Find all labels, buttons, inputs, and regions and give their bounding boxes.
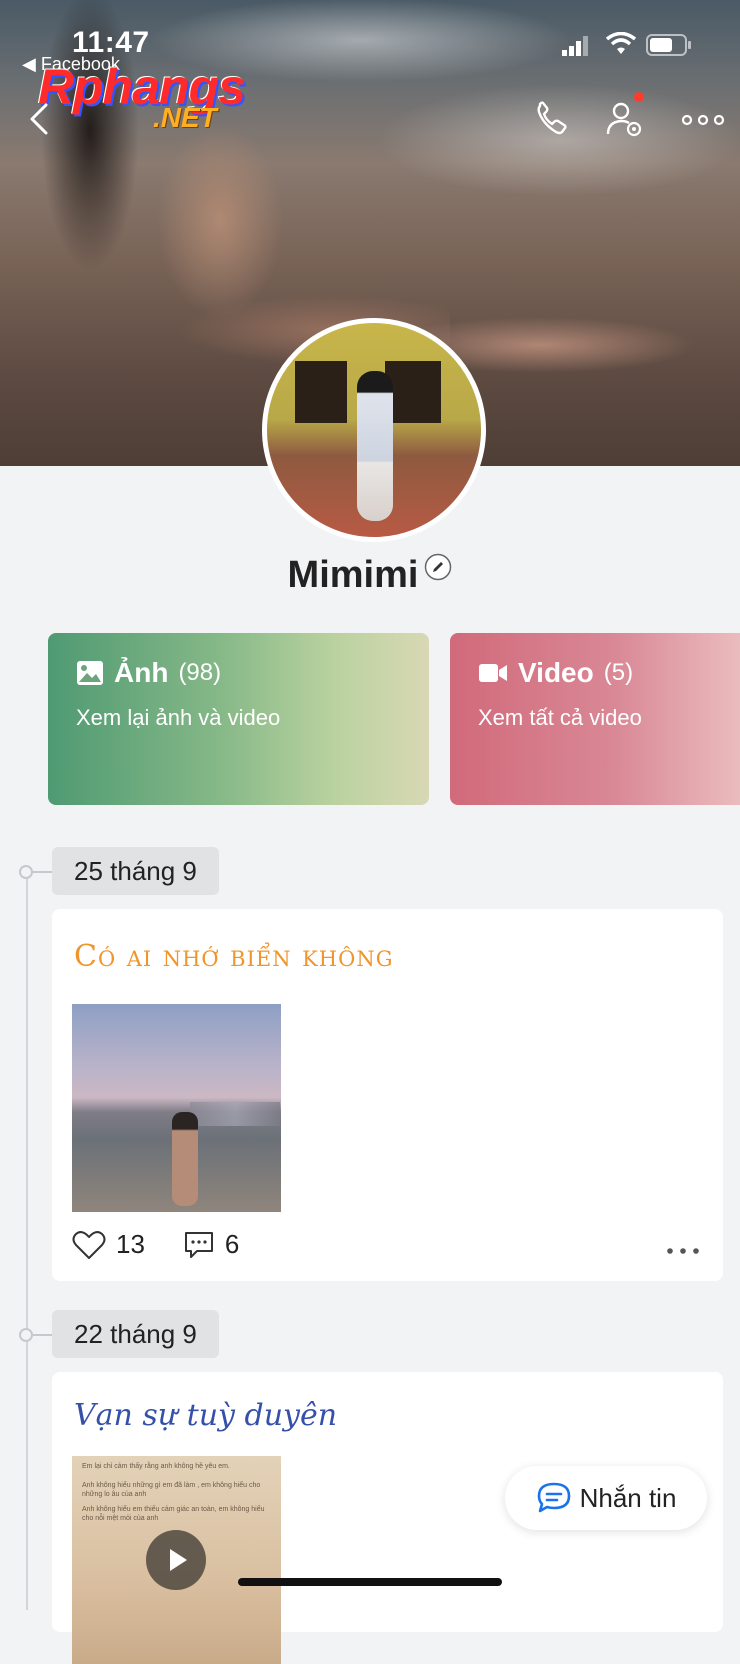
profile-settings-button[interactable] xyxy=(604,92,648,142)
comment-count: 6 xyxy=(224,1229,240,1259)
message-button[interactable]: Nhắn tin xyxy=(505,1466,707,1530)
videos-label: Video xyxy=(518,657,594,688)
like-count: 13 xyxy=(116,1229,145,1259)
play-icon xyxy=(170,1549,187,1571)
photo-person xyxy=(172,1112,198,1206)
user-settings-icon xyxy=(606,102,642,137)
avatar-person xyxy=(357,371,393,521)
watermark-suffix: .NET xyxy=(153,102,217,133)
comment-button[interactable]: 6 xyxy=(183,1229,239,1260)
post-stats: 13 6 xyxy=(72,1229,239,1260)
phone-call-button[interactable] xyxy=(530,98,574,142)
post-video-thumbnail[interactable]: Em lại chỉ cảm thấy rằng anh không hề yê… xyxy=(72,1456,281,1664)
videos-count: (5) xyxy=(603,659,634,686)
watermark-logo: Rphangs .NET xyxy=(38,58,268,138)
dots-icon xyxy=(667,1248,699,1254)
heart-icon xyxy=(72,1230,106,1259)
photo-buildings xyxy=(190,1102,280,1126)
profile-name-row: Mimimi xyxy=(0,548,740,597)
battery-icon xyxy=(646,34,692,61)
play-button[interactable] xyxy=(146,1530,206,1590)
like-button[interactable]: 13 xyxy=(72,1229,145,1260)
post-card[interactable]: Có ai nhớ biển không 13 6 xyxy=(52,909,723,1281)
videos-subtitle: Xem tất cả video xyxy=(478,705,642,730)
thumbnail-line: Anh không hiểu những gì em đã làm , em k… xyxy=(82,1482,261,1498)
post-photo[interactable] xyxy=(72,1004,281,1212)
timeline-dot xyxy=(19,865,33,879)
profile-avatar[interactable] xyxy=(262,318,486,542)
photo-icon xyxy=(77,661,103,685)
photos-label: Ảnh xyxy=(114,657,169,688)
edit-name-icon[interactable] xyxy=(424,548,452,581)
comment-icon xyxy=(184,1231,213,1258)
timeline-connector xyxy=(33,871,53,873)
message-button-label: Nhắn tin xyxy=(579,1482,677,1513)
photos-card[interactable]: Ảnh (98) Xem lại ảnh và video xyxy=(48,633,429,805)
photos-subtitle: Xem lại ảnh và video xyxy=(76,705,281,730)
profile-name: Mimimi xyxy=(287,554,419,596)
timeline-connector xyxy=(33,1334,53,1336)
videos-card[interactable]: Video (5) Xem tất cả video xyxy=(450,633,740,805)
thumbnail-line: Em lại chỉ cảm thấy rằng anh không hề yê… xyxy=(82,1463,230,1470)
video-camera-icon xyxy=(479,664,507,682)
timeline-dot xyxy=(19,1328,33,1342)
timeline-line xyxy=(26,870,28,1610)
post-more-button[interactable] xyxy=(665,1243,701,1254)
notification-dot xyxy=(634,92,644,102)
post-title: Có ai nhớ biển không xyxy=(74,939,394,974)
more-icon xyxy=(681,114,725,126)
videos-card-title: Video (5) xyxy=(478,657,633,689)
post-title: Vạn sự tuỳ duyên xyxy=(74,1398,338,1433)
photos-count: (98) xyxy=(178,659,222,686)
wifi-icon xyxy=(605,31,637,61)
post-date: 25 tháng 9 xyxy=(52,847,219,895)
back-button[interactable] xyxy=(26,102,56,136)
avatar-window-left xyxy=(295,361,347,423)
post-date: 22 tháng 9 xyxy=(52,1310,219,1358)
signal-icon xyxy=(562,36,590,61)
avatar-window-right xyxy=(385,361,441,423)
more-options-button[interactable] xyxy=(680,98,726,142)
thumbnail-line: Anh không hiểu em thiếu cảm giác an toàn… xyxy=(82,1506,265,1522)
chat-bubble-icon xyxy=(537,1482,570,1513)
photos-card-title: Ảnh (98) xyxy=(76,657,221,689)
home-indicator xyxy=(238,1578,502,1586)
thumbnail-text: Em lại chỉ cảm thấy rằng anh không hề yê… xyxy=(82,1462,277,1523)
phone-icon xyxy=(537,101,567,135)
